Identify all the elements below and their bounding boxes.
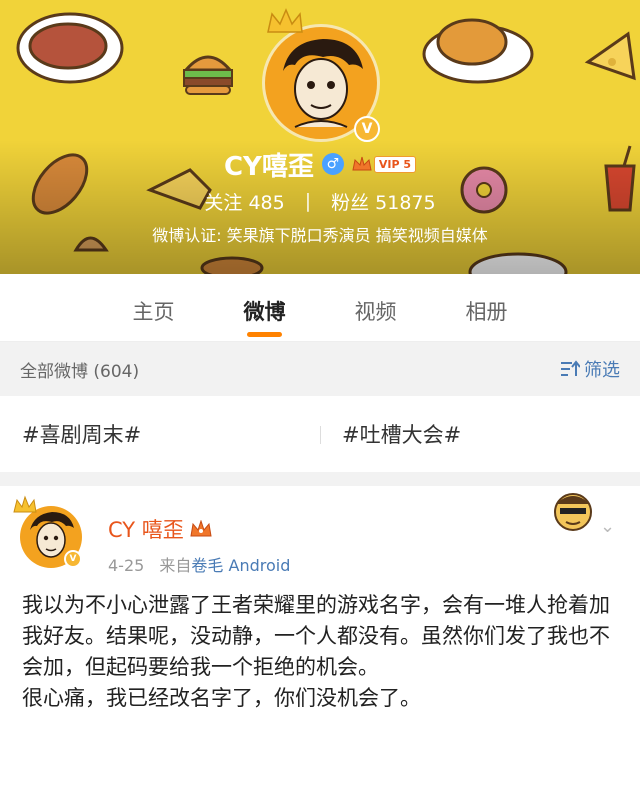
weibo-post: V CY 嘻歪 4-25 来自卷毛 Android ⌄ 我以为不小心泄露了王者荣… [0,486,640,799]
verified-badge-icon: V [354,116,380,142]
crown-icon [267,8,303,33]
tab-weibo[interactable]: 微博 [209,274,320,341]
section-gap [0,472,640,486]
following-label: 关注 [204,191,243,214]
stats-divider: | [304,190,312,212]
cheese-illustration [584,31,636,81]
topic-row: #喜剧周末# #吐槽大会# [0,396,640,472]
tab-video[interactable]: 视频 [320,274,431,341]
vip-level: VIP 5 [373,155,417,173]
filter-icon [561,360,580,376]
followers-count: 51875 [375,191,436,214]
male-gender-icon: ♂ [321,153,344,175]
verification-text: 微博认证: 笑果旗下脱口秀演员 搞笑视频自媒体 [152,226,488,245]
profile-stats: 关注 485 | 粉丝 51875 [0,186,640,216]
post-source-prefix: 来自 [159,556,192,575]
cartoon-sticker-icon [554,493,592,531]
vip-crown-icon [190,520,212,537]
crown-icon [13,495,37,513]
post-author-name[interactable]: CY 嘻歪 [108,514,184,544]
tab-home[interactable]: 主页 [98,274,209,341]
steak-illustration [16,12,124,84]
roast-chicken-illustration [422,18,534,84]
post-text-paragraph: 我以为不小心泄露了王者荣耀里的游戏名字，会有一堆人抢着加我好友。结果呢，没动静，… [22,593,610,679]
post-avatar-wrap[interactable]: V [13,495,82,568]
filter-bar: 全部微博 (604) 筛选 [0,342,640,396]
vip-crown-icon [352,156,372,171]
post-source[interactable]: 卷毛 Android [191,556,290,575]
profile-nickname: CY嘻歪 [223,151,314,182]
following-count: 485 [248,191,285,214]
followers-stat[interactable]: 粉丝 51875 [331,188,436,215]
following-stat[interactable]: 关注 485 [204,188,284,215]
post-body: 我以为不小心泄露了王者荣耀里的游戏名字，会有一堆人抢着加我好友。结果呢，没动静，… [22,590,622,714]
profile-banner: V CY嘻歪 ♂ VIP 5 关注 485 | 粉丝 51875 微博认证: 笑… [0,0,640,274]
verified-badge-icon: V [64,550,82,568]
vip-badge[interactable]: VIP 5 [352,155,417,173]
topic-divider [320,426,321,444]
followers-label: 粉丝 [331,191,370,214]
tab-album[interactable]: 相册 [431,274,542,341]
topic-roast-show[interactable]: #吐槽大会# [320,419,640,449]
post-date: 4-25 [108,556,145,575]
burger-illustration [182,55,234,95]
filter-button[interactable]: 筛选 [560,356,620,382]
post-author-row[interactable]: CY 嘻歪 [108,514,212,544]
all-posts-count: 全部微博 (604) [20,361,140,382]
topic-comedy-weekend[interactable]: #喜剧周末# [0,419,320,449]
post-meta: 4-25 来自卷毛 Android [108,552,290,576]
profile-tabs: 主页 微博 视频 相册 [0,274,640,342]
profile-name-row: CY嘻歪 ♂ VIP 5 [0,146,640,182]
filter-label: 筛选 [584,360,620,381]
chevron-down-icon[interactable]: ⌄ [600,516,615,537]
post-text-paragraph: 很心痛，我已经改名字了，你们没机会了。 [22,686,421,710]
profile-avatar-wrap[interactable]: V [262,8,380,142]
